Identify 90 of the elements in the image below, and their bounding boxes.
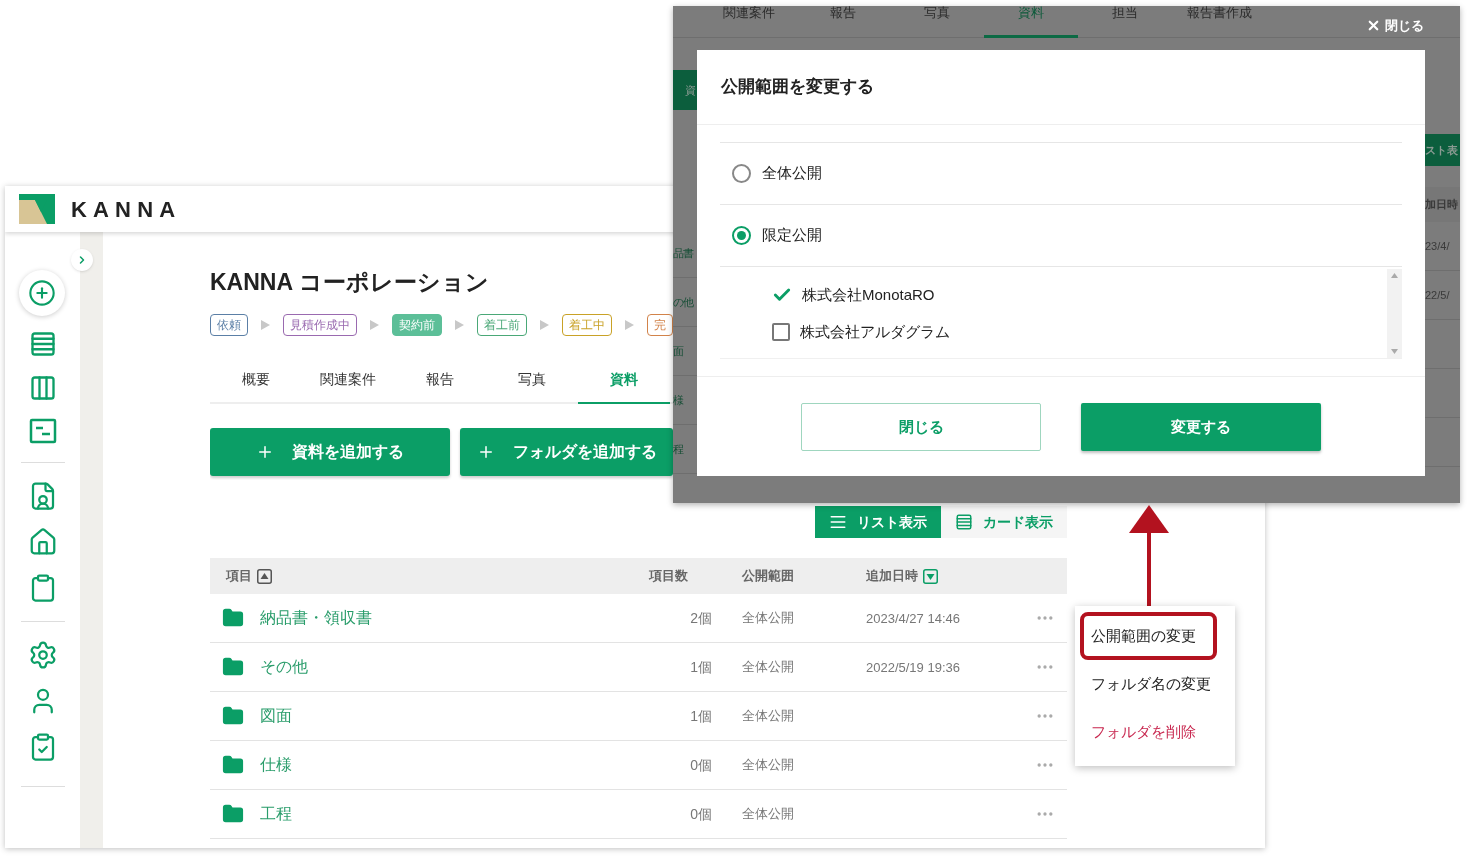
list-icon (829, 513, 847, 531)
arrow-icon (370, 320, 379, 330)
project-title: KANNA コーポレーション (210, 268, 490, 296)
tab[interactable]: 報告 (796, 6, 890, 38)
table-cell-text: 1個 (689, 657, 712, 677)
table-cell: 2023/4/27 14:46 (866, 611, 960, 626)
dimmed-text: 品書 (673, 245, 694, 261)
form-icon[interactable] (28, 418, 57, 444)
dimmed-text: 23/4/ (1425, 238, 1450, 254)
company-name: 株式会社MonotaRO (802, 285, 935, 305)
close-button[interactable]: 閉じる (801, 403, 1041, 451)
expand-button[interactable] (71, 249, 93, 271)
status-tag: 契約前 (392, 314, 442, 336)
arrow-icon (455, 320, 464, 330)
option-label: 全体公開 (762, 163, 822, 184)
folder-name[interactable]: その他 (260, 655, 308, 679)
radio-button[interactable] (732, 226, 751, 245)
arrow-icon (540, 320, 549, 330)
status-tag: 依頼 (210, 314, 248, 336)
table-cell-text: 全体公開 (741, 658, 795, 677)
tab[interactable]: 関連案件 (302, 364, 394, 404)
folder-name[interactable]: 図面 (260, 704, 292, 728)
add-button[interactable] (18, 270, 65, 316)
column-header: 追加日時 (866, 567, 918, 586)
column-header: 項目数 (649, 567, 688, 586)
tab[interactable]: 写真 (890, 6, 984, 38)
tab[interactable]: 資料 (578, 364, 670, 404)
status-tag: 見積作成中 (283, 314, 357, 336)
option-label: 限定公開 (762, 225, 822, 246)
menu-item[interactable]: フォルダを削除 (1080, 708, 1217, 756)
arrow-icon (625, 320, 634, 330)
logo-icon (19, 194, 55, 224)
menu-item[interactable]: フォルダ名の変更 (1080, 660, 1217, 708)
table-cell-text: 全体公開 (741, 756, 795, 775)
folder-icon (222, 705, 244, 727)
table-cell: 2022/5/19 19:36 (866, 660, 960, 675)
logo-text: KANNA (71, 195, 182, 224)
columns-icon[interactable] (28, 374, 57, 402)
sort-ascending-icon[interactable] (257, 568, 272, 584)
company-name: 株式会社アルダグラム (800, 321, 950, 342)
dimmed-text: の他 (673, 294, 694, 310)
table-cell-text: 全体公開 (741, 609, 795, 628)
table-cell-text: 全体公開 (741, 805, 795, 824)
tab[interactable]: 写真 (486, 364, 578, 404)
table-cell-text: 2個 (689, 608, 712, 628)
list-icon[interactable] (28, 330, 57, 358)
folder-icon (222, 656, 244, 678)
dimmed-text: 加日時 (1425, 197, 1458, 213)
tab[interactable]: 資料 (984, 6, 1078, 38)
arrow-icon (261, 320, 270, 330)
radio-button[interactable] (732, 164, 751, 183)
table-cell-text: 1個 (689, 706, 712, 726)
scroll-up-icon[interactable] (1391, 273, 1398, 278)
view-toggle[interactable]: カード表示 (941, 506, 1067, 538)
dimmed-text: 様 (673, 392, 684, 408)
table-cell-text: 0個 (689, 804, 712, 824)
tab[interactable]: 報告書作成 (1172, 6, 1266, 38)
plus-circle-icon (27, 279, 56, 307)
scroll-down-icon[interactable] (1391, 349, 1398, 354)
confirm-button[interactable]: 変更する (1081, 403, 1321, 451)
folder-name[interactable]: 納品書・領収書 (260, 606, 372, 630)
menu-item[interactable]: 公開範囲の変更 (1080, 612, 1217, 660)
column-header: 項目 (226, 567, 252, 586)
add-button[interactable]: フォルダを追加する (460, 428, 673, 476)
tab[interactable]: 担当 (1078, 6, 1172, 38)
folder-name[interactable]: 工程 (260, 802, 292, 826)
folder-icon (222, 754, 244, 776)
close-button[interactable]: 閉じる (1366, 16, 1424, 36)
add-button[interactable]: 資料を追加する (210, 428, 450, 476)
table-cell-text: 全体公開 (741, 707, 795, 726)
column-header: 公開範囲 (742, 567, 794, 586)
card-icon (955, 513, 973, 531)
view-toggle[interactable]: リスト表示 (815, 506, 941, 538)
dimmed-text: 22/5/ (1425, 287, 1450, 303)
dimmed-text: 面 (673, 343, 684, 359)
tab[interactable]: 関連案件 (702, 6, 796, 38)
sort-descending-icon[interactable] (923, 568, 938, 584)
plus-icon (256, 443, 274, 461)
tab[interactable]: 報告 (394, 364, 486, 404)
folder-icon (222, 607, 244, 629)
status-tag: 着工前 (477, 314, 527, 336)
table-cell-text: 0個 (689, 755, 712, 775)
tab[interactable]: 概要 (210, 364, 302, 404)
scrollbar[interactable] (1387, 269, 1402, 358)
status-tag: 着工中 (562, 314, 612, 336)
dimmed-text: 程 (673, 441, 684, 457)
folder-name[interactable]: 仕様 (260, 753, 292, 777)
checkbox[interactable] (772, 322, 790, 341)
dialog-title: 公開範囲を変更する (721, 76, 874, 99)
folder-icon (222, 803, 244, 825)
